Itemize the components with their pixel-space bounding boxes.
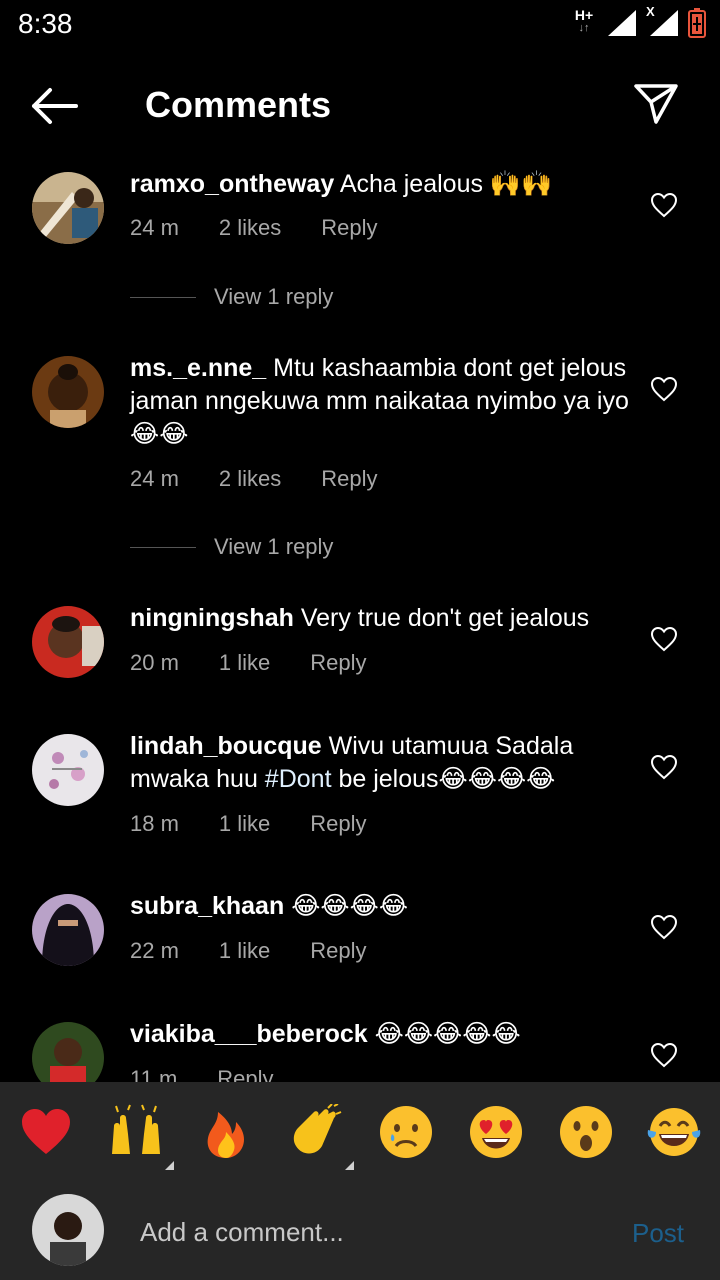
reply-thread-line (130, 546, 196, 548)
emoji-variant-indicator (345, 1161, 354, 1170)
comment-input[interactable] (140, 1210, 600, 1254)
comment-time: 24 m (130, 466, 179, 491)
comment-username[interactable]: ms._e.nne_ (130, 354, 266, 382)
comment-text: viakiba___beberock 😂😂😂😂😂 (130, 1018, 630, 1051)
no-service-label: X (646, 4, 655, 19)
comment-meta: 11 m Reply (130, 1066, 314, 1082)
comment-username[interactable]: ramxo_ontheway (130, 170, 334, 198)
surprised-face-emoji-button[interactable] (558, 1104, 614, 1160)
emoji-variant-indicator (165, 1161, 174, 1170)
heart-emoji-button[interactable] (18, 1104, 74, 1160)
view-replies-button[interactable]: View 1 reply (130, 282, 333, 312)
send-icon (634, 84, 678, 124)
comment-likes[interactable]: 1 like (219, 650, 270, 676)
comment-text: lindah_boucque Wivu utamuua Sadala mwaka… (130, 730, 630, 796)
comment-time: 20 m (130, 650, 179, 675)
like-heart-icon[interactable] (650, 376, 678, 402)
comment-body: Very true don't get jealous (300, 604, 590, 632)
comment-username[interactable]: viakiba___beberock (130, 1020, 368, 1048)
comment-likes[interactable]: 2 likes (219, 215, 281, 241)
raising-hands-icon (112, 1104, 160, 1154)
like-heart-icon[interactable] (650, 192, 678, 218)
reply-button[interactable]: Reply (321, 466, 377, 492)
page-title: Comments (145, 84, 332, 125)
comment-username[interactable]: subra_khaan (130, 892, 284, 920)
comment-text: subra_khaan 😂😂😂😂 (130, 890, 630, 923)
quick-emoji-bar (0, 1082, 720, 1182)
reply-button[interactable]: Reply (310, 650, 366, 676)
comment-body: 😂😂😂😂😂 (374, 1020, 521, 1048)
status-bar: 8:38 H+ ↓↑ X (0, 0, 720, 50)
view-replies-label: View 1 reply (214, 534, 334, 559)
comment-likes[interactable]: 2 likes (219, 466, 281, 492)
comment-body-end: be jelous😂😂😂😂 (331, 765, 556, 793)
network-indicator: H+ ↓↑ (570, 8, 598, 34)
avatar[interactable] (32, 734, 104, 806)
crying-face-emoji-button[interactable] (378, 1104, 434, 1160)
heart-eyes-icon (470, 1106, 522, 1158)
comment-time: 24 m (130, 215, 179, 240)
status-time: 8:38 (18, 8, 73, 39)
tears-of-joy-icon (647, 1108, 701, 1156)
comment-time: 11 m (130, 1066, 178, 1082)
raising-hands-emoji-button[interactable] (108, 1104, 174, 1170)
current-user-avatar (32, 1194, 104, 1266)
comment-text: ningningshah Very true don't get jealous (130, 602, 630, 635)
comment-time: 22 m (130, 938, 179, 963)
tears-of-joy-emoji-button[interactable] (646, 1104, 702, 1160)
like-heart-icon[interactable] (650, 754, 678, 780)
comment-time: 18 m (130, 811, 179, 836)
avatar[interactable] (32, 894, 104, 966)
comment-likes[interactable]: 1 like (219, 938, 270, 964)
surprised-face-icon (560, 1106, 612, 1158)
like-heart-icon[interactable] (650, 626, 678, 652)
avatar[interactable] (32, 606, 104, 678)
back-arrow-icon (32, 88, 78, 124)
comment-meta: 18 m 1 like Reply (130, 811, 407, 837)
comment-username[interactable]: ningningshah (130, 604, 294, 632)
avatar[interactable] (32, 356, 104, 428)
hashtag-link[interactable]: #Dont (265, 765, 332, 793)
comment-composer: Post (0, 1182, 720, 1280)
reply-button[interactable]: Reply (321, 215, 377, 241)
comment-likes[interactable]: 1 like (219, 811, 270, 837)
signal-no-service-icon: X (646, 4, 680, 38)
comment-body: 😂😂😂😂 (291, 892, 409, 920)
back-button[interactable] (30, 86, 80, 126)
reply-button[interactable]: Reply (310, 811, 366, 837)
clapping-hands-emoji-button[interactable] (288, 1103, 354, 1170)
view-replies-button[interactable]: View 1 reply (130, 532, 333, 562)
comment-meta: 22 m 1 like Reply (130, 938, 407, 964)
comment-text: ramxo_ontheway Acha jealous 🙌🙌 (130, 168, 630, 201)
reply-button[interactable]: Reply (310, 938, 366, 964)
red-heart-icon (22, 1109, 70, 1154)
fire-emoji-button[interactable] (198, 1104, 254, 1160)
comment-meta: 24 m 2 likes Reply (130, 215, 418, 241)
share-button[interactable] (632, 80, 680, 128)
comment-body: Acha jealous 🙌🙌 (339, 170, 553, 198)
status-icons: H+ ↓↑ X (570, 4, 706, 40)
signal-icon (608, 10, 636, 36)
comment-meta: 24 m 2 likes Reply (130, 466, 418, 492)
avatar[interactable] (32, 1022, 104, 1082)
reply-button[interactable]: Reply (217, 1066, 273, 1082)
comment-meta: 20 m 1 like Reply (130, 650, 407, 676)
battery-charging-icon (688, 8, 706, 38)
like-heart-icon[interactable] (650, 914, 678, 940)
fire-icon (207, 1112, 244, 1158)
comment-text: ms._e.nne_ Mtu kashaambia dont get jelou… (130, 352, 630, 451)
reply-thread-line (130, 296, 196, 298)
like-heart-icon[interactable] (650, 1042, 678, 1068)
comment-username[interactable]: lindah_boucque (130, 732, 322, 760)
view-replies-label: View 1 reply (214, 284, 334, 309)
heart-eyes-emoji-button[interactable] (468, 1104, 524, 1160)
data-activity-arrows: ↓↑ (578, 22, 590, 34)
comments-list[interactable]: ramxo_ontheway Acha jealous 🙌🙌 24 m 2 li… (0, 160, 720, 1082)
crying-face-icon (380, 1106, 432, 1158)
clapping-hands-icon (293, 1103, 342, 1154)
post-button[interactable]: Post (632, 1218, 684, 1249)
network-type-label: H+ (574, 7, 594, 23)
header: Comments (0, 70, 720, 140)
avatar[interactable] (32, 172, 104, 244)
